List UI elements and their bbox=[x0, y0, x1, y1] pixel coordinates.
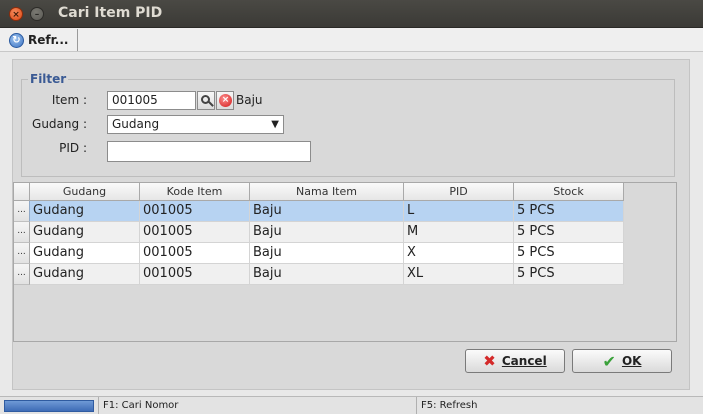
column-header-gudang[interactable]: Gudang bbox=[30, 183, 140, 201]
column-header-kode-item[interactable]: Kode Item bbox=[140, 183, 250, 201]
status-f5: F5: Refresh bbox=[416, 397, 701, 414]
item-name: Baju bbox=[236, 93, 263, 107]
gudang-select[interactable]: Gudang ▼ bbox=[107, 115, 284, 134]
cell-nama-item: Baju bbox=[250, 222, 404, 243]
status-bar: F1: Cari Nomor F5: Refresh bbox=[0, 396, 703, 414]
item-label: Item : bbox=[51, 93, 87, 107]
gudang-label: Gudang : bbox=[32, 117, 87, 131]
item-field[interactable]: 001005 bbox=[107, 91, 196, 110]
grid-header: Gudang Kode Item Nama Item PID Stock bbox=[14, 183, 624, 201]
refresh-button[interactable]: ↻ Refr... bbox=[4, 29, 78, 51]
row-selector[interactable]: ... bbox=[14, 222, 30, 243]
pid-label: PID : bbox=[59, 141, 87, 155]
check-icon: ✔ bbox=[602, 351, 616, 371]
ok-label: OK bbox=[621, 354, 642, 368]
cell-pid: L bbox=[404, 201, 514, 222]
column-header-nama-item[interactable]: Nama Item bbox=[250, 183, 404, 201]
close-icon[interactable]: × bbox=[9, 7, 23, 21]
clear-icon: × bbox=[219, 94, 232, 107]
filter-group: Filter Item : 001005 × Baju Gudang : Gud… bbox=[21, 72, 675, 177]
cell-kode-item: 001005 bbox=[140, 243, 250, 264]
minimize-icon[interactable]: – bbox=[30, 7, 44, 21]
cell-gudang: Gudang bbox=[30, 264, 140, 285]
filter-legend: Filter bbox=[28, 72, 69, 86]
cancel-button[interactable]: ✖ Cancel bbox=[465, 349, 565, 373]
grid-corner bbox=[14, 183, 30, 201]
item-search-button[interactable] bbox=[197, 91, 215, 110]
pid-field[interactable] bbox=[107, 141, 311, 162]
table-row[interactable]: ... Gudang 001005 Baju M 5 PCS bbox=[14, 222, 624, 243]
column-header-stock[interactable]: Stock bbox=[514, 183, 624, 201]
chevron-down-icon: ▼ bbox=[271, 119, 279, 130]
row-selector[interactable]: ... bbox=[14, 264, 30, 285]
status-progress bbox=[4, 400, 94, 412]
window-title: Cari Item PID bbox=[58, 5, 163, 21]
row-selector[interactable]: ... bbox=[14, 243, 30, 264]
cell-pid: XL bbox=[404, 264, 514, 285]
cell-gudang: Gudang bbox=[30, 243, 140, 264]
cancel-icon: ✖ bbox=[483, 352, 496, 370]
grid-body: ... Gudang 001005 Baju L 5 PCS ... Gudan… bbox=[14, 201, 624, 285]
title-bar: × – Cari Item PID bbox=[0, 0, 703, 28]
cell-nama-item: Baju bbox=[250, 264, 404, 285]
cell-pid: X bbox=[404, 243, 514, 264]
table-row[interactable]: ... Gudang 001005 Baju X 5 PCS bbox=[14, 243, 624, 264]
cell-nama-item: Baju bbox=[250, 243, 404, 264]
cell-pid: M bbox=[404, 222, 514, 243]
refresh-icon: ↻ bbox=[9, 32, 24, 48]
cell-kode-item: 001005 bbox=[140, 222, 250, 243]
refresh-label: Refr... bbox=[28, 33, 69, 47]
toolbar: ↻ Refr... bbox=[0, 28, 703, 52]
cell-gudang: Gudang bbox=[30, 222, 140, 243]
cancel-label: Cancel bbox=[501, 354, 547, 368]
cell-kode-item: 001005 bbox=[140, 264, 250, 285]
item-clear-button[interactable]: × bbox=[216, 91, 234, 110]
column-header-pid[interactable]: PID bbox=[404, 183, 514, 201]
cell-kode-item: 001005 bbox=[140, 201, 250, 222]
ok-button[interactable]: ✔ OK bbox=[572, 349, 672, 373]
results-grid: Gudang Kode Item Nama Item PID Stock ...… bbox=[13, 182, 677, 342]
cell-stock: 5 PCS bbox=[514, 243, 624, 264]
cell-stock: 5 PCS bbox=[514, 201, 624, 222]
cell-stock: 5 PCS bbox=[514, 222, 624, 243]
row-selector[interactable]: ... bbox=[14, 201, 30, 222]
table-row[interactable]: ... Gudang 001005 Baju XL 5 PCS bbox=[14, 264, 624, 285]
cell-gudang: Gudang bbox=[30, 201, 140, 222]
cell-stock: 5 PCS bbox=[514, 264, 624, 285]
dialog-window: ↻ Refr... Filter Item : 001005 × Baju Gu… bbox=[0, 28, 703, 414]
gudang-select-value: Gudang bbox=[112, 117, 160, 131]
cell-nama-item: Baju bbox=[250, 201, 404, 222]
status-f1: F1: Cari Nomor bbox=[98, 397, 416, 414]
table-row[interactable]: ... Gudang 001005 Baju L 5 PCS bbox=[14, 201, 624, 222]
